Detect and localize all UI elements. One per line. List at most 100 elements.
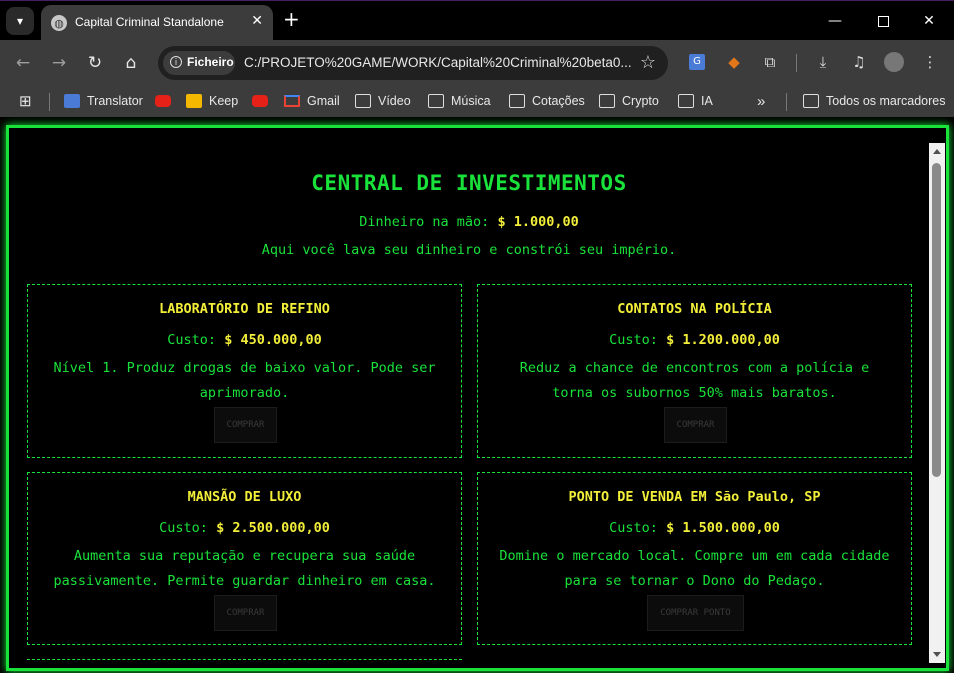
buy-button[interactable]: COMPRAR: [214, 595, 277, 631]
cost-label: Custo:: [609, 520, 658, 536]
card-description: Reduz a chance de encontros com a políci…: [519, 360, 870, 401]
site-info-label: Ficheiro: [187, 55, 234, 69]
arrow-left-icon: ←: [15, 53, 31, 73]
forward-button[interactable]: →: [47, 51, 71, 75]
bookmark-gmail[interactable]: Gmail: [284, 92, 340, 110]
info-icon: i: [170, 56, 182, 68]
folder-icon: [509, 94, 525, 108]
card-title: CONTATOS NA POLÍCIA: [617, 301, 772, 317]
home-icon: ⌂: [125, 53, 137, 73]
tab-search-button[interactable]: ▾: [6, 7, 34, 35]
bookmark-label: Música: [451, 94, 491, 108]
cost-value: $ 1.500.000,00: [666, 520, 780, 536]
bookmark-label: Crypto: [622, 94, 659, 108]
bookmark-folder-musica[interactable]: Música: [428, 92, 491, 110]
investment-card: MANSÃO DE LUXO Custo: $ 2.500.000,00 Aum…: [27, 472, 462, 645]
bookmark-label: Gmail: [307, 94, 340, 108]
next-card-edge: [27, 659, 462, 673]
profile-avatar[interactable]: [884, 52, 904, 72]
tab-strip: ▾ ◍ Capital Criminal Standalone ✕ + — ✕: [0, 0, 954, 41]
chevron-down-icon: ▾: [16, 14, 24, 28]
media-queue-icon[interactable]: ♫: [849, 52, 869, 72]
download-icon[interactable]: ⤓: [813, 52, 833, 72]
bookmark-label: IA: [701, 94, 713, 108]
address-bar[interactable]: i Ficheiro C:/PROJETO%20GAME/WORK/Capita…: [158, 46, 668, 80]
cash-on-hand: Dinheiro na mão: $ 1.000,00: [0, 214, 938, 230]
translate-icon: [64, 94, 80, 108]
bookmark-folder-ia[interactable]: IA: [678, 92, 713, 110]
card-title: PONTO DE VENDA EM São Paulo, SP: [568, 489, 821, 505]
bookmark-folder-cotacoes[interactable]: Cotações: [509, 92, 585, 110]
bookmark-label: Translator: [87, 94, 143, 108]
bookmark-translator[interactable]: Translator: [64, 92, 143, 110]
bookmark-youtube[interactable]: [155, 92, 178, 110]
scroll-down-arrow-icon[interactable]: [933, 652, 941, 657]
reload-icon: ↻: [87, 53, 103, 73]
toolbar-divider: [796, 54, 797, 72]
bookmark-folder-video[interactable]: Vídeo: [355, 92, 411, 110]
investment-card: CONTATOS NA POLÍCIA Custo: $ 1.200.000,0…: [477, 284, 912, 458]
bookmarks-bar: ⊞ Translator Keep Gmail Vídeo Música Cot…: [0, 85, 954, 117]
card-title: LABORATÓRIO DE REFINO: [159, 301, 330, 317]
browser-menu-icon[interactable]: ⋮: [920, 52, 940, 72]
card-description: Domine o mercado local. Compre um em cad…: [499, 548, 890, 589]
investment-card: LABORATÓRIO DE REFINO Custo: $ 450.000,0…: [27, 284, 462, 458]
cash-value: $ 1.000,00: [497, 214, 579, 230]
cost-value: $ 2.500.000,00: [216, 520, 330, 536]
home-button[interactable]: ⌂: [119, 51, 143, 75]
close-tab-icon[interactable]: ✕: [251, 13, 263, 29]
cost-value: $ 450.000,00: [224, 332, 322, 348]
bookmark-keep[interactable]: Keep: [186, 92, 238, 110]
cost-label: Custo:: [167, 332, 217, 348]
card-cost: Custo: $ 1.500.000,00: [478, 520, 911, 536]
browser-toolbar: ← → ↻ ⌂ i Ficheiro C:/PROJETO%20GAME/WOR…: [0, 40, 954, 85]
cost-label: Custo:: [609, 332, 658, 348]
scrollbar-thumb[interactable]: [932, 163, 941, 477]
all-bookmarks-folder[interactable]: Todos os marcadores: [803, 92, 946, 110]
cost-value: $ 1.200.000,00: [666, 332, 780, 348]
bookmark-youtube-2[interactable]: [252, 92, 275, 110]
buy-button[interactable]: COMPRAR: [664, 407, 727, 443]
minimize-button[interactable]: —: [820, 9, 850, 33]
apps-grid-icon[interactable]: ⊞: [19, 92, 32, 110]
folder-icon: [599, 94, 615, 108]
url-text[interactable]: C:/PROJETO%20GAME/WORK/Capital%20Crimina…: [244, 55, 632, 70]
bookmark-label: Keep: [209, 94, 239, 108]
scroll-up-arrow-icon[interactable]: [933, 149, 941, 154]
maximize-icon: [877, 15, 889, 27]
folder-icon: [678, 94, 694, 108]
bookmark-star-icon[interactable]: ☆: [640, 52, 656, 73]
arrow-right-icon: →: [51, 53, 67, 73]
gmail-icon: [284, 95, 300, 107]
page-scrollbar[interactable]: [929, 143, 945, 663]
cost-label: Custo:: [159, 520, 208, 536]
bookmark-folder-crypto[interactable]: Crypto: [599, 92, 659, 110]
reload-button[interactable]: ↻: [83, 51, 107, 75]
bookmarks-overflow-button[interactable]: »: [757, 92, 765, 110]
extensions-puzzle-icon[interactable]: ⧉: [760, 52, 780, 72]
investment-card: PONTO DE VENDA EM São Paulo, SP Custo: $…: [477, 472, 912, 645]
youtube-icon: [252, 95, 268, 107]
card-cost: Custo: $ 1.200.000,00: [478, 332, 911, 348]
close-window-button[interactable]: ✕: [914, 9, 944, 33]
site-info-chip[interactable]: i Ficheiro: [163, 51, 235, 75]
globe-icon: ◍: [51, 15, 67, 31]
card-cost: Custo: $ 450.000,00: [28, 332, 461, 348]
back-button[interactable]: ←: [11, 51, 35, 75]
folder-icon: [803, 94, 819, 108]
buy-button[interactable]: COMPRAR: [214, 407, 277, 443]
minimize-icon: —: [828, 13, 842, 29]
close-icon: ✕: [923, 13, 935, 29]
active-tab[interactable]: ◍ Capital Criminal Standalone ✕: [41, 5, 273, 41]
translate-extension-icon[interactable]: G: [687, 52, 707, 72]
tagline: Aqui você lava seu dinheiro e constrói s…: [261, 242, 677, 258]
card-description: Aumenta sua reputação e recupera sua saú…: [53, 548, 436, 589]
bookmark-label: Cotações: [532, 94, 585, 108]
keep-icon: [186, 94, 202, 108]
bookmarks-divider: [49, 93, 50, 111]
new-tab-button[interactable]: +: [283, 9, 300, 29]
buy-point-button[interactable]: COMPRAR PONTO: [647, 595, 744, 631]
bookmark-label: Vídeo: [378, 94, 411, 108]
fox-extension-icon[interactable]: ◆: [724, 52, 744, 72]
maximize-button[interactable]: [868, 9, 898, 33]
